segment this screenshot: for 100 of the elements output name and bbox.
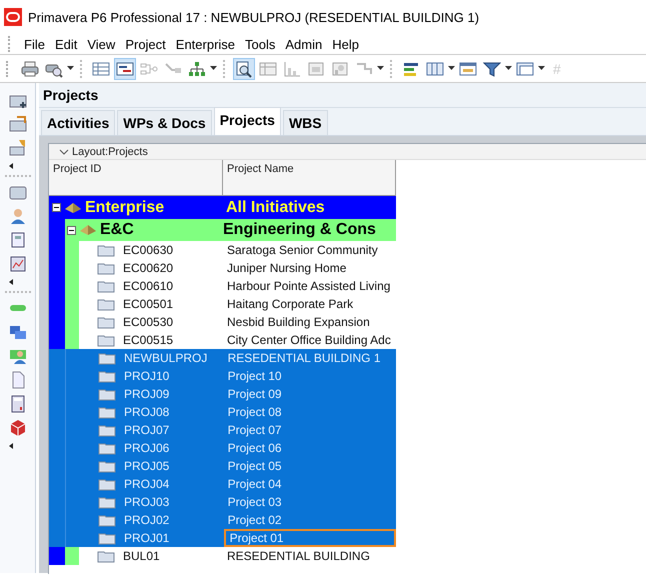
cube-icon[interactable] [8,419,26,437]
panel-title: Projects [39,83,646,108]
toolbar-button[interactable] [114,58,136,80]
chevron-icon[interactable] [59,148,69,156]
column-header[interactable]: Project ID [49,160,223,196]
menu-item[interactable]: Edit [50,36,82,52]
project-name: Project 03 [226,494,283,511]
project-row[interactable]: EC00501 Haitang Corporate Park [49,295,396,313]
people-icon[interactable] [8,347,26,365]
level-band [49,331,65,349]
dropdown-arrow-icon[interactable] [210,66,217,71]
menu-item[interactable]: File [19,36,50,52]
project-row[interactable]: EC00610 Harbour Pointe Assisted Living [49,277,396,295]
project-id: PROJ04 [124,477,170,491]
project-id: EC00501 [123,297,174,311]
person-icon[interactable] [8,207,26,225]
project-name: Project 02 [226,512,283,529]
dropdown-arrow-icon[interactable] [377,66,384,71]
project-name: Project 05 [226,458,283,475]
folder-icon [97,243,115,257]
menu-item[interactable]: Project [120,36,171,52]
project-name: Project 07 [226,422,283,439]
layout-label: Layout:Projects [72,146,148,158]
menu-item[interactable]: View [82,36,120,52]
level-band [49,547,65,565]
tab[interactable]: WPs & Docs [117,110,212,135]
project-id: EC00630 [123,243,174,257]
dropdown-arrow-icon[interactable] [538,66,545,71]
chart-icon[interactable] [8,255,26,273]
column-header[interactable]: Project Name [223,160,396,196]
project-name: Engineering & Cons [223,219,396,241]
folder-icon [97,261,115,275]
caret-icon[interactable] [9,279,13,285]
project-name: Juniper Nursing Home [226,260,348,277]
document-chart-icon [307,60,325,78]
project-id: EC00620 [123,261,174,275]
project-name: Project 08 [226,404,283,421]
folder-icon [98,387,116,401]
dropdown-arrow-icon[interactable] [505,66,512,71]
columns-icon [426,60,444,78]
project-name: Project 09 [226,386,283,403]
gantt-icon [116,60,134,78]
folder-icon [98,405,116,419]
project-name: Project 04 [226,476,283,493]
project-name: Project 01 [224,529,396,547]
project-row[interactable]: EC00515 City Center Office Building Adc [49,331,396,349]
folder-icon [98,423,116,437]
open-folder-icon[interactable] [8,115,26,133]
menu-item[interactable]: Tools [240,36,280,52]
project-id: PROJ03 [124,495,170,509]
windows-icon[interactable] [8,323,26,341]
toolbar-button[interactable] [233,58,255,80]
project-id: E&C [100,221,134,239]
folder-icon [98,441,116,455]
folder-icon [98,513,116,527]
project-id: PROJ10 [124,369,170,383]
project-name: Haitang Corporate Park [226,296,354,313]
grid-icon [259,60,277,78]
bar-chart-icon [283,60,301,78]
project-name: All Initiatives [226,198,326,218]
project-id: PROJ09 [124,387,170,401]
project-row[interactable]: EC00620 Juniper Nursing Home [49,259,396,277]
project-name: City Center Office Building Adc [226,332,392,349]
project-id: PROJ01 [124,531,170,545]
dropdown-arrow-icon[interactable] [448,66,455,71]
folder-icon [97,279,115,293]
project-id: PROJ06 [124,441,170,455]
project-row[interactable]: BUL01 RESEDENTIAL BUILDING [49,547,396,565]
app-logo-icon [4,8,22,26]
project-id: BUL01 [123,549,160,563]
project-row[interactable]: EC00630 Saratoga Senior Community [49,241,396,259]
tab[interactable]: WBS [282,110,328,135]
toolbar-label: # [552,60,562,76]
folder-icon [97,333,115,347]
dropdown-arrow-icon[interactable] [67,66,74,71]
folder-icon [97,297,115,311]
folder-icon [98,459,116,473]
notebook-icon[interactable] [8,231,26,249]
layout-icon [516,60,534,78]
project-name: RESEDENTIAL BUILDING 1 [226,350,382,367]
tab[interactable]: Activities [41,110,116,135]
calculator-icon[interactable] [8,395,26,413]
caret-icon[interactable] [9,163,13,169]
collapse-icon[interactable] [52,203,61,212]
printer-icon [21,60,39,78]
tab[interactable]: Projects [214,107,281,135]
collapse-icon[interactable] [67,226,76,234]
folder-icon [98,369,116,383]
folder-icon [98,477,116,491]
menu-item[interactable]: Enterprise [170,36,240,52]
menu-item[interactable]: Admin [280,36,328,52]
folder-icon [98,351,116,365]
enterprise-row[interactable]: Enterprise All Initiatives [49,196,396,219]
caret-icon[interactable] [9,443,13,449]
diamond-icon [65,202,81,212]
project-id: EC00610 [123,279,174,293]
project-row[interactable]: EC00530 Nesbid Building Expansion [49,313,396,331]
project-id: PROJ07 [124,423,170,437]
menu-item[interactable]: Help [327,36,364,52]
project-id: EC00530 [123,315,174,329]
